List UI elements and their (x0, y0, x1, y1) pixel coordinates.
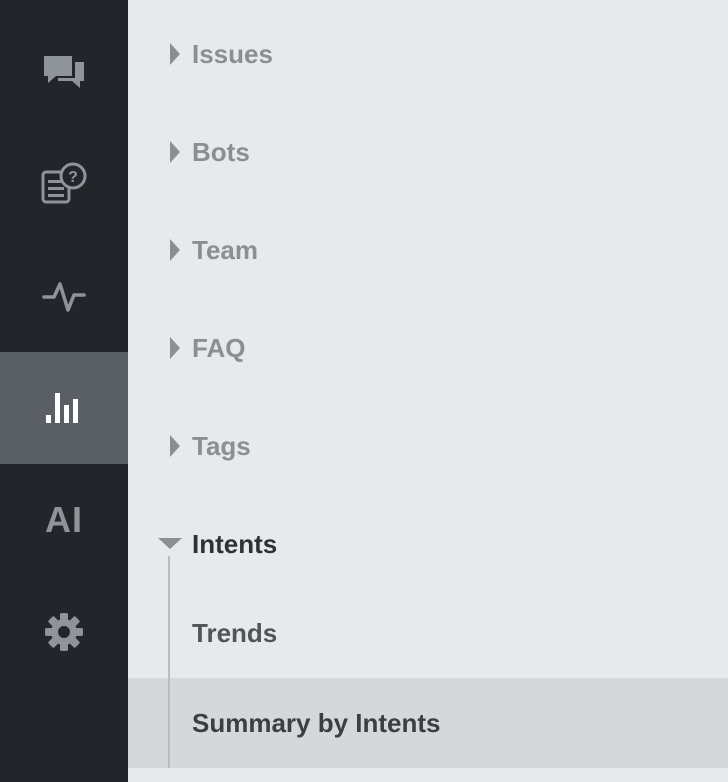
tree-connector-line (168, 556, 170, 768)
menu-item-label: Issues (192, 39, 273, 69)
caret-right-icon (170, 435, 180, 457)
submenu-item-label: Trends (192, 618, 278, 648)
svg-text:?: ? (68, 169, 78, 186)
caret-right-icon (170, 141, 180, 163)
menu-item-label: FAQ (192, 333, 246, 363)
rail-item-ai[interactable]: AI (0, 464, 128, 576)
rail-item-conversations[interactable] (0, 16, 128, 128)
submenu-item-label: Summary by Intents (192, 708, 441, 738)
caret-down-icon (158, 538, 182, 549)
rail-item-analytics[interactable] (0, 352, 128, 464)
menu-item-intents[interactable]: Intents (128, 490, 728, 588)
caret-right-icon (170, 239, 180, 261)
ai-icon: AI (45, 499, 83, 540)
menu-item-label: Tags (192, 431, 251, 461)
bar-chart-icon (46, 393, 78, 423)
gear-icon (45, 613, 83, 651)
rail-item-faq[interactable]: ? (0, 128, 128, 240)
menu-item-faq[interactable]: FAQ (128, 294, 728, 392)
menu-item-label: Intents (192, 529, 278, 559)
menu-item-bots[interactable]: Bots (128, 98, 728, 196)
submenu-item-summary-by-intents[interactable]: Summary by Intents (128, 678, 728, 768)
menu-item-tags[interactable]: Tags (128, 392, 728, 490)
caret-right-icon (170, 43, 180, 65)
chat-bubbles-icon (44, 56, 84, 88)
icon-rail: ? AI (0, 0, 128, 782)
menu-item-label: Bots (192, 137, 250, 167)
caret-right-icon (170, 337, 180, 359)
rail-item-activity[interactable] (0, 240, 128, 352)
analytics-menu: Issues Bots Team FAQ Tags Intents Trends… (128, 0, 728, 782)
faq-document-icon: ? (41, 162, 87, 204)
rail-item-settings[interactable] (0, 576, 128, 688)
menu-item-team[interactable]: Team (128, 196, 728, 294)
activity-pulse-icon (42, 282, 86, 312)
submenu-item-trends[interactable]: Trends (128, 588, 728, 678)
menu-item-label: Team (192, 235, 258, 265)
menu-item-issues[interactable]: Issues (128, 0, 728, 98)
